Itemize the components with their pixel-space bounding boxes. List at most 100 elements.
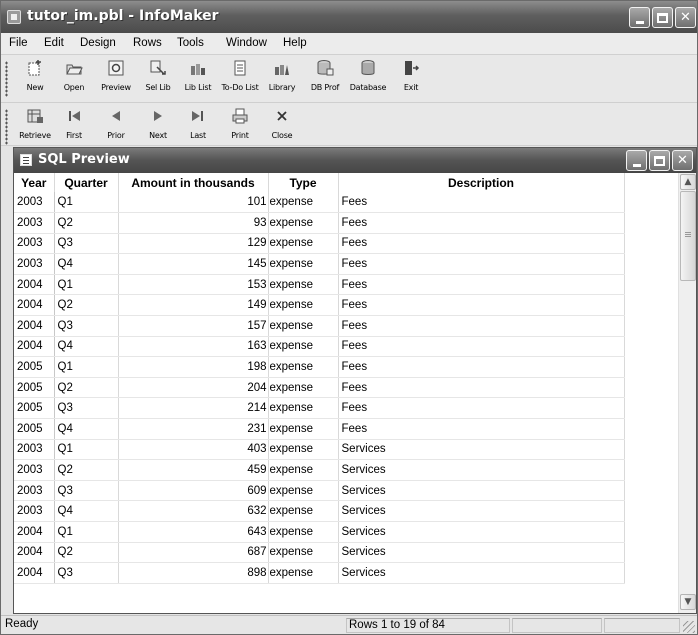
cell-description[interactable]: Fees [338, 253, 625, 275]
cell-type[interactable]: expense [268, 418, 339, 440]
menu-rows[interactable]: Rows [133, 37, 162, 49]
data-grid[interactable]: Year Quarter Amount in thousands Type De… [14, 173, 678, 613]
cell-description[interactable]: Fees [338, 336, 625, 358]
cell-quarter[interactable]: Q1 [54, 356, 119, 378]
exit-button[interactable]: Exit [390, 59, 432, 99]
cell-quarter[interactable]: Q3 [54, 315, 119, 337]
retrieve-button[interactable]: Retrieve [14, 107, 56, 147]
cell-year[interactable]: 2004 [14, 542, 55, 564]
cell-year[interactable]: 2005 [14, 356, 55, 378]
cell-description[interactable]: Services [338, 459, 625, 481]
cell-amount[interactable]: 101 [118, 192, 269, 214]
cell-type[interactable]: expense [268, 377, 339, 399]
cell-amount[interactable]: 149 [118, 294, 269, 317]
cell-amount[interactable]: 459 [118, 459, 269, 481]
minimize-button[interactable] [629, 7, 650, 28]
cell-quarter[interactable]: Q2 [54, 377, 119, 399]
cell-quarter[interactable]: Q3 [54, 480, 119, 502]
cell-type[interactable]: expense [268, 294, 339, 317]
cell-year[interactable]: 2003 [14, 480, 55, 502]
cell-description[interactable]: Services [338, 439, 625, 461]
cell-type[interactable]: expense [268, 253, 339, 275]
cell-quarter[interactable]: Q2 [54, 542, 119, 564]
todo-list-button[interactable]: To-Do List [219, 59, 261, 99]
cell-year[interactable]: 2004 [14, 315, 55, 337]
cell-description[interactable]: Services [338, 542, 625, 564]
menu-design[interactable]: Design [80, 37, 116, 49]
cell-description[interactable]: Fees [338, 294, 625, 317]
cell-quarter[interactable]: Q4 [54, 500, 119, 522]
cell-type[interactable]: expense [268, 397, 339, 420]
col-header-year[interactable]: Year [14, 173, 55, 192]
cell-year[interactable]: 2004 [14, 274, 55, 296]
cell-year[interactable]: 2003 [14, 500, 55, 522]
cell-year[interactable]: 2003 [14, 192, 55, 214]
table-row[interactable]: 2003 Q1 101 expense Fees [14, 192, 625, 214]
close-button[interactable]: Close [261, 107, 303, 147]
table-row[interactable]: 2004 Q1 153 expense Fees [14, 274, 625, 296]
cell-amount[interactable]: 157 [118, 315, 269, 337]
cell-quarter[interactable]: Q3 [54, 233, 119, 255]
cell-description[interactable]: Fees [338, 397, 625, 420]
cell-type[interactable]: expense [268, 521, 339, 543]
cell-amount[interactable]: 129 [118, 233, 269, 255]
cell-quarter[interactable]: Q1 [54, 274, 119, 296]
cell-type[interactable]: expense [268, 459, 339, 481]
cell-description[interactable]: Services [338, 500, 625, 522]
first-button[interactable]: First [53, 107, 95, 147]
menu-help[interactable]: Help [283, 37, 307, 49]
cell-amount[interactable]: 643 [118, 521, 269, 543]
cell-quarter[interactable]: Q1 [54, 439, 119, 461]
cell-amount[interactable]: 198 [118, 356, 269, 378]
sel-lib-button[interactable]: Sel Lib [137, 59, 179, 99]
preview-button[interactable]: Preview [95, 59, 137, 99]
cell-quarter[interactable]: Q2 [54, 294, 119, 317]
lib-list-button[interactable]: Lib List [177, 59, 219, 99]
cell-amount[interactable]: 231 [118, 418, 269, 440]
table-row[interactable]: 2003 Q3 609 expense Services [14, 480, 625, 502]
cell-amount[interactable]: 153 [118, 274, 269, 296]
cell-amount[interactable]: 609 [118, 480, 269, 502]
table-row[interactable]: 2003 Q1 403 expense Services [14, 439, 625, 461]
cell-description[interactable]: Services [338, 521, 625, 543]
cell-type[interactable]: expense [268, 500, 339, 522]
cell-type[interactable]: expense [268, 315, 339, 337]
table-row[interactable]: 2005 Q3 214 expense Fees [14, 397, 625, 420]
col-header-description[interactable]: Description [338, 173, 625, 192]
table-row[interactable]: 2004 Q2 149 expense Fees [14, 294, 625, 317]
cell-amount[interactable]: 898 [118, 562, 269, 584]
table-row[interactable]: 2004 Q3 898 expense Services [14, 562, 625, 584]
col-header-type[interactable]: Type [268, 173, 339, 192]
menu-edit[interactable]: Edit [44, 37, 64, 49]
cell-quarter[interactable]: Q2 [54, 212, 119, 234]
cell-amount[interactable]: 93 [118, 212, 269, 234]
cell-amount[interactable]: 632 [118, 500, 269, 522]
resize-grip-icon[interactable] [683, 621, 695, 633]
prior-button[interactable]: Prior [95, 107, 137, 147]
cell-type[interactable]: expense [268, 274, 339, 296]
col-header-amount[interactable]: Amount in thousands [118, 173, 269, 192]
table-row[interactable]: 2005 Q1 198 expense Fees [14, 356, 625, 378]
child-close-button[interactable]: ✕ [672, 150, 693, 171]
cell-year[interactable]: 2005 [14, 377, 55, 399]
cell-year[interactable]: 2003 [14, 212, 55, 234]
cell-year[interactable]: 2005 [14, 418, 55, 440]
cell-year[interactable]: 2003 [14, 459, 55, 481]
cell-quarter[interactable]: Q4 [54, 336, 119, 358]
table-row[interactable]: 2005 Q4 231 expense Fees [14, 418, 625, 440]
cell-amount[interactable]: 214 [118, 397, 269, 420]
cell-type[interactable]: expense [268, 212, 339, 234]
scroll-thumb[interactable] [680, 191, 696, 281]
toolbar-grip[interactable] [5, 61, 8, 97]
cell-amount[interactable]: 687 [118, 542, 269, 564]
cell-description[interactable]: Fees [338, 377, 625, 399]
cell-type[interactable]: expense [268, 480, 339, 502]
cell-year[interactable]: 2003 [14, 253, 55, 275]
library-button[interactable]: Library [261, 59, 303, 99]
cell-quarter[interactable]: Q3 [54, 562, 119, 584]
toolbar-grip[interactable] [5, 109, 8, 145]
cell-description[interactable]: Fees [338, 274, 625, 296]
table-row[interactable]: 2003 Q3 129 expense Fees [14, 233, 625, 255]
cell-type[interactable]: expense [268, 439, 339, 461]
cell-quarter[interactable]: Q4 [54, 418, 119, 440]
